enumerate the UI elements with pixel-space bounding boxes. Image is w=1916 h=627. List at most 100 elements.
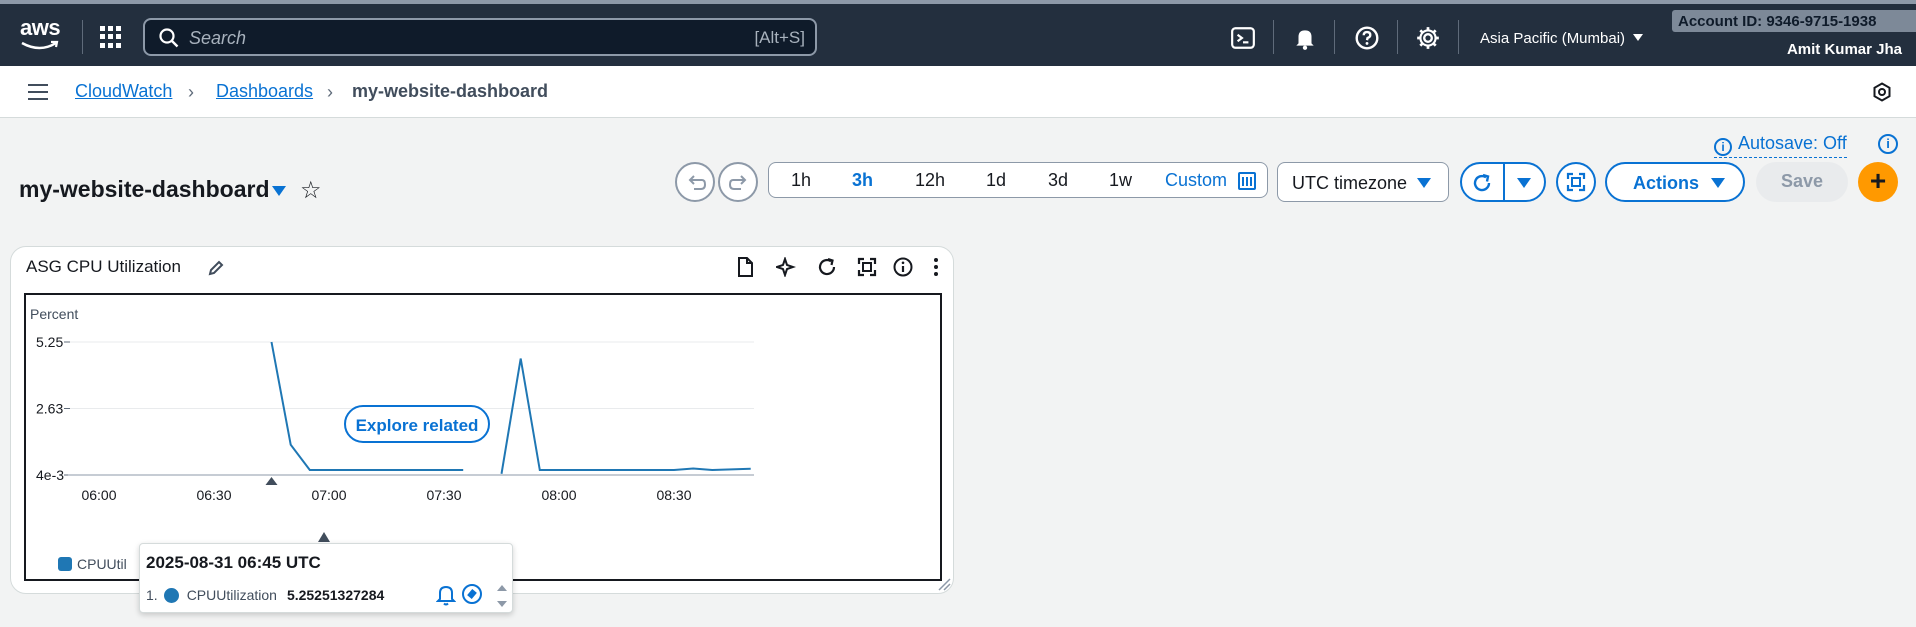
tooltip-timestamp: 2025-08-31 06:45 UTC [146, 553, 321, 572]
page-title: my-website-dashboard [19, 176, 270, 202]
chevron-down-icon [1633, 34, 1644, 41]
chevron-right-icon: › [327, 82, 333, 102]
series-color-dot [163, 588, 179, 603]
tooltip-pointer [318, 532, 330, 542]
actions-label: Actions [1633, 173, 1700, 193]
refresh-icon[interactable] [1471, 172, 1493, 194]
calendar-icon[interactable] [1238, 172, 1256, 190]
more-options-icon[interactable] [933, 257, 939, 277]
plus-icon: + [1869, 165, 1887, 196]
timezone-select[interactable]: UTC timezone [1277, 162, 1449, 202]
time-range-12h[interactable]: 12h [915, 170, 945, 191]
tooltip-metric-row: 1. CPUUtilization 5.25251327284 [146, 587, 384, 603]
time-range-3d[interactable]: 3d [1048, 170, 1068, 191]
time-range-selector: 1h 3h 12h 1d 3d 1w Custom [768, 162, 1268, 198]
legend-label: CPUUtil [77, 556, 127, 572]
search-placeholder: Search [189, 28, 247, 48]
autosave-toggle[interactable]: i Autosave: Off [1714, 133, 1847, 158]
refresh-button-group [1460, 162, 1546, 202]
datapoint-tooltip: 2025-08-31 06:45 UTC 1. CPUUtilization 5.2… [139, 543, 513, 613]
x-tick-label: 06:30 [196, 487, 231, 503]
explore-related-button[interactable]: Explore related [344, 405, 490, 443]
resize-handle-icon[interactable] [937, 577, 951, 591]
services-grid-icon[interactable] [100, 26, 122, 48]
refresh-options-caret-icon[interactable] [1517, 178, 1531, 188]
series-line-cpu-utilization [500, 358, 751, 474]
divider [1273, 20, 1274, 54]
breadcrumb-dashboards[interactable]: Dashboards [216, 81, 313, 102]
undo-button[interactable] [675, 162, 715, 202]
y-axis-label: Percent [30, 306, 78, 322]
x-tick-label: 06:00 [81, 487, 116, 503]
expand-icon[interactable] [857, 257, 877, 277]
document-icon[interactable] [736, 257, 754, 277]
create-alarm-bell-icon[interactable] [436, 584, 456, 606]
help-icon[interactable] [1354, 25, 1380, 51]
divider [1397, 20, 1398, 54]
redo-icon [728, 175, 747, 190]
search-input[interactable]: Search [Alt+S] [143, 18, 817, 56]
star-icon[interactable]: ☆ [300, 176, 322, 205]
tooltip-metric-value: 5.25251327284 [286, 587, 385, 603]
legend-swatch [58, 557, 72, 571]
account-id-badge: Account ID: 9346-9715-1938 [1672, 10, 1916, 32]
aws-logo-text: aws [20, 15, 61, 40]
scroll-arrows-icon[interactable] [496, 582, 508, 610]
fullscreen-icon [1566, 172, 1586, 192]
cloudshell-icon[interactable] [1230, 25, 1256, 51]
x-tick-label: 08:30 [656, 487, 691, 503]
region-selector[interactable]: Asia Pacific (Mumbai) [1480, 30, 1644, 47]
divider [1503, 164, 1505, 200]
redo-button[interactable] [718, 162, 758, 202]
x-tick-label: 07:00 [311, 487, 346, 503]
time-range-custom[interactable]: Custom [1165, 170, 1227, 191]
autosave-label: Autosave: Off [1738, 133, 1847, 153]
region-label: Asia Pacific (Mumbai) [1480, 30, 1626, 47]
search-icon [159, 28, 179, 48]
aws-logo[interactable]: aws [20, 17, 62, 51]
undo-icon [688, 175, 707, 190]
hover-marker [265, 477, 278, 485]
x-tick-label: 08:00 [541, 487, 576, 503]
actions-button[interactable]: Actions [1605, 162, 1745, 202]
divider [1334, 20, 1335, 54]
info-icon[interactable] [893, 257, 913, 277]
info-icon[interactable]: i [1878, 134, 1898, 154]
divider [1458, 20, 1459, 54]
y-tick-label: 5.25 [36, 334, 63, 350]
breadcrumb-cloudwatch[interactable]: CloudWatch [75, 81, 172, 102]
save-label: Save [1781, 171, 1824, 191]
chevron-right-icon: › [188, 82, 194, 102]
gear-icon[interactable] [1415, 25, 1441, 51]
bell-icon[interactable] [1292, 25, 1318, 51]
sparkle-icon[interactable] [776, 257, 796, 277]
compass-icon[interactable] [462, 584, 482, 604]
add-widget-button[interactable]: + [1858, 162, 1898, 202]
widget-title: ASG CPU Utilization [26, 257, 181, 276]
chart-plot-area: Percent 5.25 2.63 4e-3 06:00 06:30 07:00 07:30 0… [24, 293, 942, 581]
top-navigation-bar: aws Search [Alt+S] Asia Pacific (Mumbai)… [0, 0, 1916, 66]
time-range-3h[interactable]: 3h [852, 170, 873, 191]
chart-legend[interactable]: CPUUtil [58, 556, 127, 572]
pencil-icon[interactable] [207, 259, 225, 277]
time-range-1d[interactable]: 1d [986, 170, 1006, 191]
y-tick-label: 2.63 [36, 401, 63, 417]
hamburger-menu-icon[interactable] [28, 84, 48, 100]
user-menu[interactable]: Amit Kumar Jha [1787, 41, 1902, 58]
refresh-icon[interactable] [817, 257, 837, 277]
save-button[interactable]: Save [1756, 162, 1848, 202]
timezone-label: UTC timezone [1292, 173, 1408, 193]
settings-hex-icon[interactable] [1872, 82, 1892, 102]
time-range-1w[interactable]: 1w [1109, 170, 1132, 191]
tooltip-index: 1. [146, 587, 158, 603]
search-shortcut: [Alt+S] [754, 28, 805, 47]
time-range-1h[interactable]: 1h [791, 170, 811, 191]
caret-down-icon [1417, 178, 1431, 188]
breadcrumb-current: my-website-dashboard [352, 81, 549, 101]
y-tick-label: 4e-3 [36, 467, 64, 483]
divider [82, 20, 83, 54]
cpu-utilization-widget: ASG CPU Utilization Percent 5.25 2.63 4e-3 0… [10, 246, 954, 594]
fullscreen-button[interactable] [1556, 162, 1596, 202]
breadcrumb-bar: CloudWatch › Dashboards › my-website-das… [0, 66, 1916, 118]
chevron-down-icon[interactable] [272, 186, 286, 196]
